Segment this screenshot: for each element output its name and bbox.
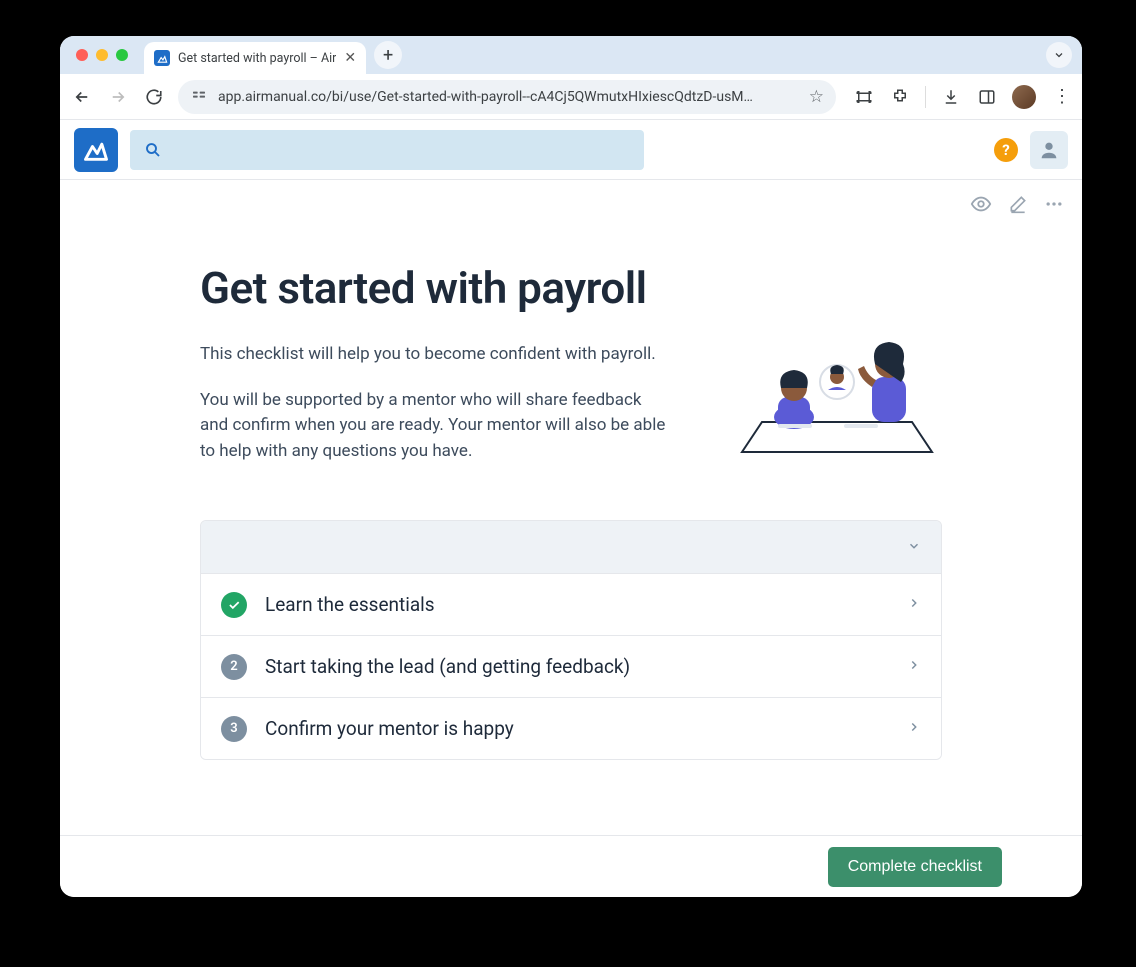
checklist-item[interactable]: Learn the essentials [201, 573, 941, 635]
toolbar-divider [925, 86, 926, 108]
page-title: Get started with payroll [200, 262, 692, 314]
url-text: app.airmanual.co/bi/use/Get-started-with… [218, 89, 799, 105]
close-tab-icon[interactable]: ✕ [344, 50, 356, 66]
maximize-window-button[interactable] [116, 49, 128, 61]
site-settings-icon[interactable] [190, 88, 208, 106]
edit-icon[interactable] [1008, 194, 1028, 214]
search-input[interactable] [130, 130, 644, 170]
tab-title: Get started with payroll – Air [178, 51, 336, 66]
browser-menu-icon[interactable]: ⋮ [1050, 86, 1072, 108]
forward-button[interactable] [106, 85, 130, 109]
app-header: ? [60, 120, 1082, 180]
app-logo[interactable] [74, 128, 118, 172]
tab-favicon-icon [154, 50, 170, 66]
hero-illustration [732, 312, 942, 472]
close-window-button[interactable] [76, 49, 88, 61]
chevron-right-icon [907, 719, 921, 738]
address-bar[interactable]: app.airmanual.co/bi/use/Get-started-with… [178, 80, 836, 114]
browser-toolbar: app.airmanual.co/bi/use/Get-started-with… [60, 74, 1082, 120]
chevron-right-icon [907, 657, 921, 676]
profile-avatar[interactable] [1012, 85, 1036, 109]
reload-button[interactable] [142, 85, 166, 109]
more-actions-icon[interactable] [1044, 194, 1064, 214]
back-button[interactable] [70, 85, 94, 109]
intro-paragraph-1: This checklist will help you to become c… [200, 342, 670, 368]
tabs-overflow-button[interactable] [1046, 42, 1072, 68]
page-action-bar [60, 180, 1082, 228]
step-label: Start taking the lead (and getting feedb… [265, 655, 889, 678]
checklist-item[interactable]: 2 Start taking the lead (and getting fee… [201, 635, 941, 697]
step-label: Learn the essentials [265, 593, 889, 616]
browser-window: Get started with payroll – Air ✕ + app.a… [60, 36, 1082, 897]
page-content: Get started with payroll This checklist … [60, 228, 1082, 835]
view-icon[interactable] [970, 193, 992, 215]
extensions-icon[interactable] [889, 86, 911, 108]
checklist-header [201, 521, 941, 573]
chevron-right-icon [907, 595, 921, 614]
step-badge-done-icon [221, 592, 247, 618]
step-badge: 2 [221, 654, 247, 680]
sidepanel-icon[interactable] [976, 86, 998, 108]
search-icon [144, 141, 162, 159]
checklist: Learn the essentials 2 Start taking the … [200, 520, 942, 760]
collapse-toggle-icon[interactable] [907, 538, 921, 557]
downloads-icon[interactable] [940, 86, 962, 108]
browser-tab-strip: Get started with payroll – Air ✕ + [60, 36, 1082, 74]
minimize-window-button[interactable] [96, 49, 108, 61]
page-footer: Complete checklist [60, 835, 1082, 897]
browser-toolbar-right: ⋮ [853, 85, 1072, 109]
bookmark-icon[interactable]: ☆ [809, 87, 824, 107]
intro-paragraph-2: You will be supported by a mentor who wi… [200, 388, 670, 465]
window-controls [76, 49, 128, 61]
step-badge: 3 [221, 716, 247, 742]
new-tab-button[interactable]: + [374, 41, 402, 69]
complete-checklist-button[interactable]: Complete checklist [828, 847, 1002, 887]
help-button[interactable]: ? [994, 138, 1018, 162]
user-icon [1038, 139, 1060, 161]
screenshot-icon[interactable] [853, 86, 875, 108]
step-label: Confirm your mentor is happy [265, 717, 889, 740]
browser-tab[interactable]: Get started with payroll – Air ✕ [144, 42, 366, 74]
checklist-item[interactable]: 3 Confirm your mentor is happy [201, 697, 941, 759]
hero-section: Get started with payroll This checklist … [200, 262, 942, 484]
user-menu-button[interactable] [1030, 131, 1068, 169]
